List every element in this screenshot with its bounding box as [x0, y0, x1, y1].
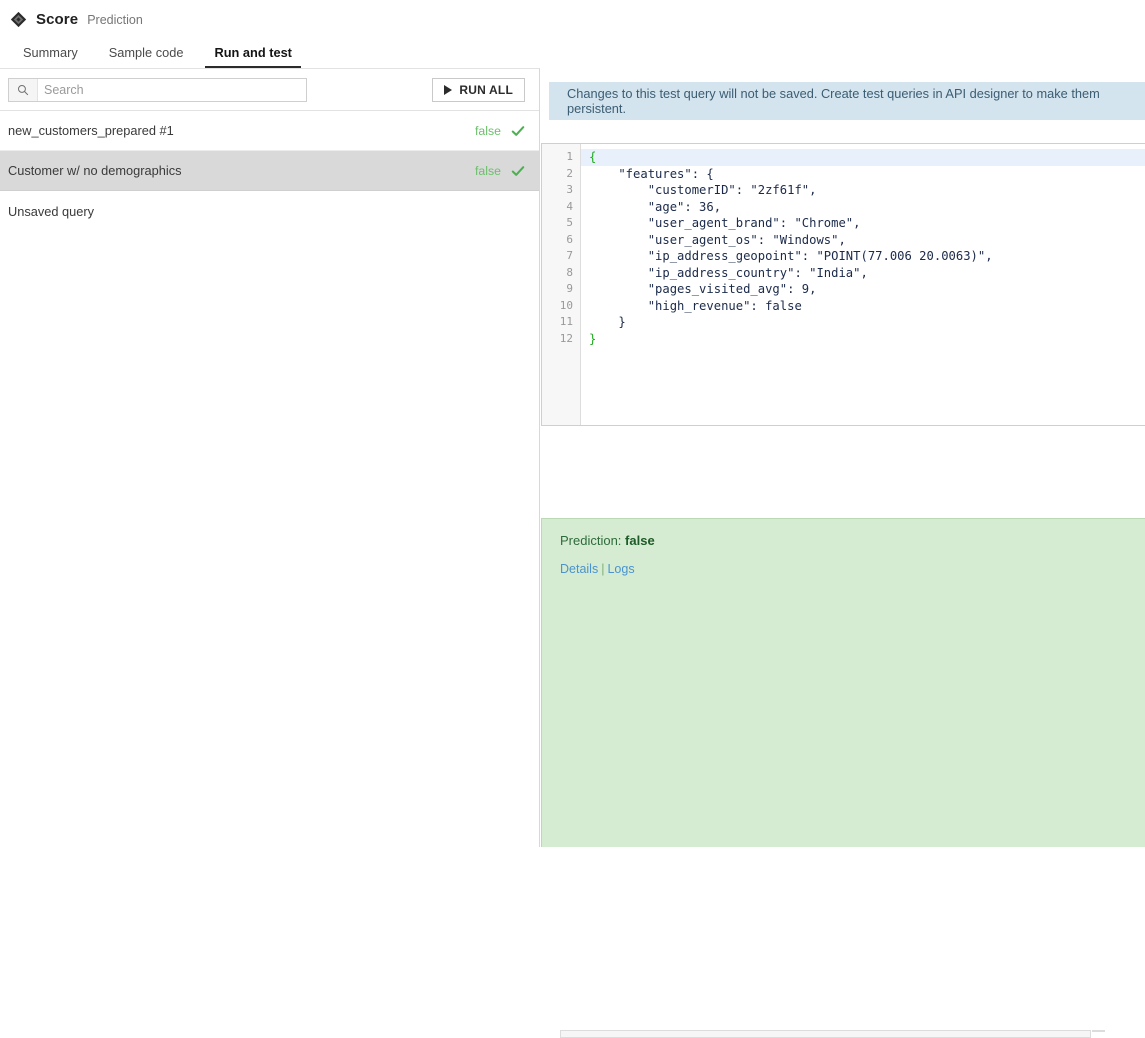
tab-summary[interactable]: Summary: [14, 45, 87, 68]
json-query-editor[interactable]: 1 2 3 4 5 6 7 8 9 10 11 12 { "features":…: [541, 143, 1145, 426]
prediction-links: Details | Logs: [560, 562, 1145, 576]
play-icon: [444, 84, 453, 95]
code-line: }: [589, 315, 626, 329]
code-line: "age": 36,: [589, 199, 722, 214]
tab-bar: Summary Sample code Run and test: [0, 38, 1145, 68]
run-all-label: RUN ALL: [459, 82, 513, 97]
tab-run-and-test[interactable]: Run and test: [205, 45, 301, 68]
query-result: false: [475, 163, 501, 178]
test-detail-pane: Changes to this test query will not be s…: [540, 68, 1145, 1038]
code-line: "customerID": "2zf61f",: [589, 183, 817, 197]
query-list-pane: RUN ALL new_customers_prepared #1 false …: [0, 68, 540, 847]
code-line: {: [581, 149, 1145, 166]
result-scrollbar[interactable]: [1092, 1030, 1105, 1032]
query-list: new_customers_prepared #1 false Customer…: [0, 111, 539, 231]
line-number: 8: [566, 265, 573, 279]
search-box[interactable]: [8, 77, 307, 102]
line-number: 3: [566, 183, 573, 196]
line-number: 11: [559, 315, 573, 328]
page-subtitle: Prediction: [87, 13, 143, 27]
prediction-label: Prediction:: [560, 533, 622, 548]
prediction-summary: Prediction: false: [560, 533, 1145, 548]
line-number: 7: [566, 249, 573, 262]
line-number: 4: [566, 199, 573, 213]
code-line: "user_agent_os": "Windows",: [589, 232, 846, 247]
check-icon: [511, 125, 525, 136]
details-link[interactable]: Details: [560, 562, 598, 576]
editor-gutter: 1 2 3 4 5 6 7 8 9 10 11 12: [542, 144, 581, 425]
search-icon: [9, 78, 38, 101]
link-separator: |: [601, 562, 605, 576]
diamond-logo-icon: [10, 11, 27, 27]
logs-link[interactable]: Logs: [607, 562, 634, 576]
search-input[interactable]: [38, 78, 306, 101]
check-icon: [511, 165, 525, 176]
list-item[interactable]: Unsaved query: [0, 191, 539, 231]
code-line: "user_agent_brand": "Chrome",: [589, 216, 861, 230]
line-number: 10: [559, 298, 573, 312]
line-number: 9: [566, 282, 573, 295]
result-json-viewer[interactable]: { "result": { "prediction": "false", "pr…: [560, 1030, 1091, 1038]
main-split: RUN ALL new_customers_prepared #1 false …: [0, 68, 1145, 1038]
line-number: 1: [566, 150, 573, 163]
query-name: new_customers_prepared #1: [8, 123, 174, 138]
page-title: Score: [36, 10, 79, 28]
code-line: "pages_visited_avg": 9,: [589, 282, 817, 296]
code-line: }: [589, 331, 597, 346]
line-number: 5: [566, 216, 573, 229]
query-name: Customer w/ no demographics: [8, 163, 182, 178]
code-line: "ip_address_geopoint": "POINT(77.006 20.…: [589, 249, 993, 263]
app-header: Score Prediction: [0, 0, 1145, 38]
code-line: "features": {: [589, 166, 714, 181]
line-number: 12: [559, 331, 573, 345]
prediction-value: false: [625, 533, 655, 548]
code-line: "ip_address_country": "India",: [589, 265, 868, 280]
unsaved-notice: Changes to this test query will not be s…: [549, 82, 1145, 120]
line-number: 2: [566, 166, 573, 180]
list-item[interactable]: new_customers_prepared #1 false: [0, 111, 539, 151]
editor-code-area[interactable]: { "features": { "customerID": "2zf61f", …: [581, 144, 1145, 425]
left-toolbar: RUN ALL: [0, 69, 539, 111]
code-line: "high_revenue": false: [589, 298, 802, 313]
prediction-panel: Prediction: false Details|Logs { "result…: [541, 518, 1145, 1038]
query-name: Unsaved query: [8, 203, 95, 219]
line-number: 6: [566, 232, 573, 246]
run-all-button[interactable]: RUN ALL: [432, 77, 525, 102]
list-item[interactable]: Customer w/ no demographics false: [0, 151, 539, 191]
query-result: false: [475, 123, 501, 138]
tab-sample-code[interactable]: Sample code: [100, 45, 193, 68]
